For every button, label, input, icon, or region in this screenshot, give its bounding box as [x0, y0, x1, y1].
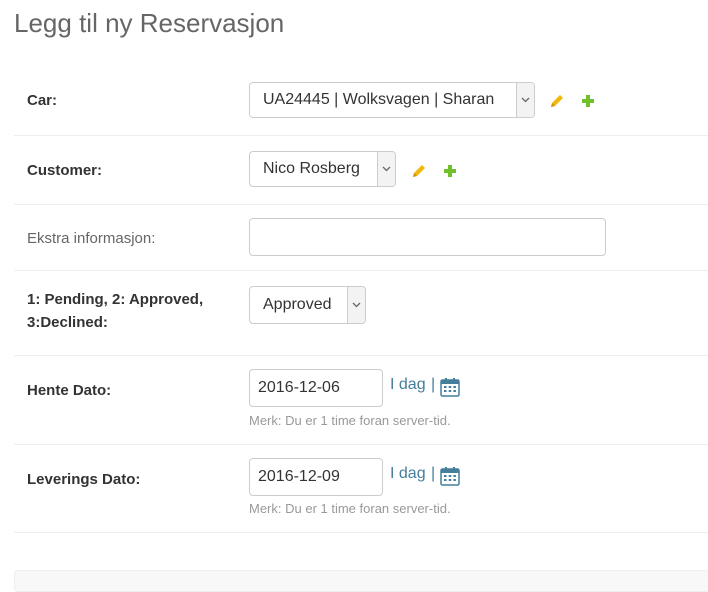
pickup-date-label: Hente Dato:	[27, 382, 112, 399]
status-select[interactable]: Approved	[249, 286, 366, 324]
delivery-today-link[interactable]: I dag	[390, 465, 426, 483]
add-customer-plus-icon[interactable]	[442, 163, 458, 179]
status-row: 1: Pending, 2: Approved, 3:Declined: App…	[14, 271, 708, 356]
delivery-date-input[interactable]	[249, 458, 383, 496]
delivery-date-label: Leverings Dato:	[27, 471, 141, 488]
delivery-calendar-icon[interactable]	[440, 466, 460, 486]
edit-car-pencil-icon[interactable]	[549, 93, 565, 109]
edit-customer-pencil-icon[interactable]	[411, 163, 427, 179]
chevron-down-icon	[516, 83, 534, 117]
submit-row	[14, 570, 708, 592]
car-row: Car: UA24445 | Wolksvagen | Sharan	[14, 66, 708, 136]
chevron-down-icon	[347, 287, 365, 323]
pickup-timezone-help: Merk: Du er 1 time foran server-tid.	[249, 413, 451, 428]
status-label-line2: 3:Declined:	[27, 314, 108, 331]
delivery-date-row: Leverings Dato: I dag | Merk: Du er 1 ti…	[14, 445, 708, 533]
car-label: Car:	[27, 92, 58, 109]
extra-info-row: Ekstra informasjon:	[14, 205, 708, 271]
pickup-date-row: Hente Dato: I dag | Merk: Du er 1 time f…	[14, 356, 708, 445]
chevron-down-icon	[377, 152, 395, 186]
customer-select-value: Nico Rosberg	[263, 160, 360, 177]
customer-row: Customer: Nico Rosberg	[14, 136, 708, 205]
customer-label: Customer:	[27, 162, 103, 179]
pickup-today-link[interactable]: I dag	[390, 376, 426, 394]
status-label-line1: 1: Pending, 2: Approved,	[27, 291, 204, 308]
add-car-plus-icon[interactable]	[580, 93, 596, 109]
delivery-timezone-help: Merk: Du er 1 time foran server-tid.	[249, 501, 451, 516]
extra-info-label: Ekstra informasjon:	[27, 230, 156, 247]
page-title: Legg til ny Reservasjon	[14, 8, 285, 38]
status-select-value: Approved	[263, 296, 332, 313]
reservation-form: Car: UA24445 | Wolksvagen | Sharan Custo…	[14, 66, 708, 533]
extra-info-input[interactable]	[249, 218, 606, 256]
pickup-calendar-icon[interactable]	[440, 377, 460, 397]
pickup-date-input[interactable]	[249, 369, 383, 407]
delivery-separator: |	[431, 465, 436, 482]
car-select[interactable]: UA24445 | Wolksvagen | Sharan	[249, 82, 535, 118]
customer-select[interactable]: Nico Rosberg	[249, 151, 396, 187]
pickup-separator: |	[431, 376, 436, 393]
car-select-value: UA24445 | Wolksvagen | Sharan	[263, 91, 495, 108]
